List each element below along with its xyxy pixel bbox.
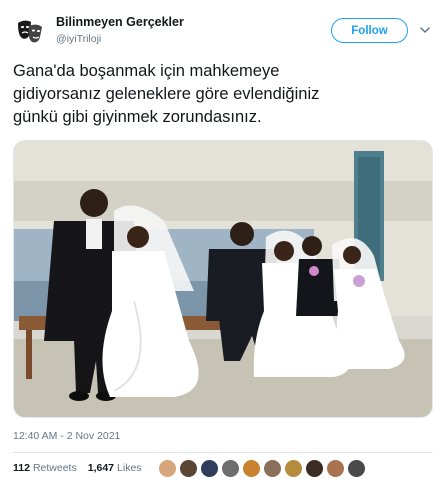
wedding-couples-photo: [14, 141, 432, 417]
tweet-text: Gana'da boşanmak için mahkemeye gidiyors…: [13, 60, 433, 129]
follow-button[interactable]: Follow: [331, 18, 408, 43]
tweet-card: Bilinmeyen Gerçekler @iyiTriloji Follow …: [0, 0, 444, 498]
liker-avatar[interactable]: [347, 459, 366, 478]
tweet-text-line: Gana'da boşanmak için mahkemeye: [13, 62, 280, 80]
chevron-down-icon[interactable]: [418, 23, 432, 37]
retweets-count: 112: [13, 462, 30, 474]
liker-avatar[interactable]: [158, 459, 177, 478]
retweets-label: Retweets: [32, 462, 77, 474]
display-name[interactable]: Bilinmeyen Gerçekler: [56, 15, 184, 30]
likes-count: 1,647: [87, 462, 115, 474]
liker-avatar[interactable]: [221, 459, 240, 478]
liker-avatar[interactable]: [305, 459, 324, 478]
tweet-text-line: günkü gibi giyinmek zorundasınız.: [13, 108, 262, 126]
liker-avatars: [158, 459, 368, 478]
user-info: Bilinmeyen Gerçekler @iyiTriloji: [56, 15, 184, 46]
liker-avatar[interactable]: [263, 459, 282, 478]
tweet-text-line: gidiyorsanız geleneklere göre evlendiğin…: [13, 85, 320, 103]
avatar[interactable]: [13, 14, 47, 48]
retweets-stat[interactable]: 112 Retweets: [13, 462, 77, 474]
likes-stat[interactable]: 1,647 Likes: [88, 462, 142, 474]
user-handle[interactable]: @iyiTriloji: [56, 32, 184, 46]
liker-avatar[interactable]: [284, 459, 303, 478]
liker-avatar[interactable]: [200, 459, 219, 478]
theater-masks-icon: [13, 14, 47, 48]
tweet-photo[interactable]: [13, 140, 433, 418]
tweet-timestamp[interactable]: 12:40 AM - 2 Nov 2021: [13, 430, 120, 442]
liker-avatar[interactable]: [242, 459, 261, 478]
engagement-stats: 112 Retweets 1,647 Likes: [13, 462, 153, 474]
likes-label: Likes: [117, 462, 142, 474]
divider: [13, 452, 433, 453]
liker-avatar[interactable]: [179, 459, 198, 478]
liker-avatar[interactable]: [326, 459, 345, 478]
